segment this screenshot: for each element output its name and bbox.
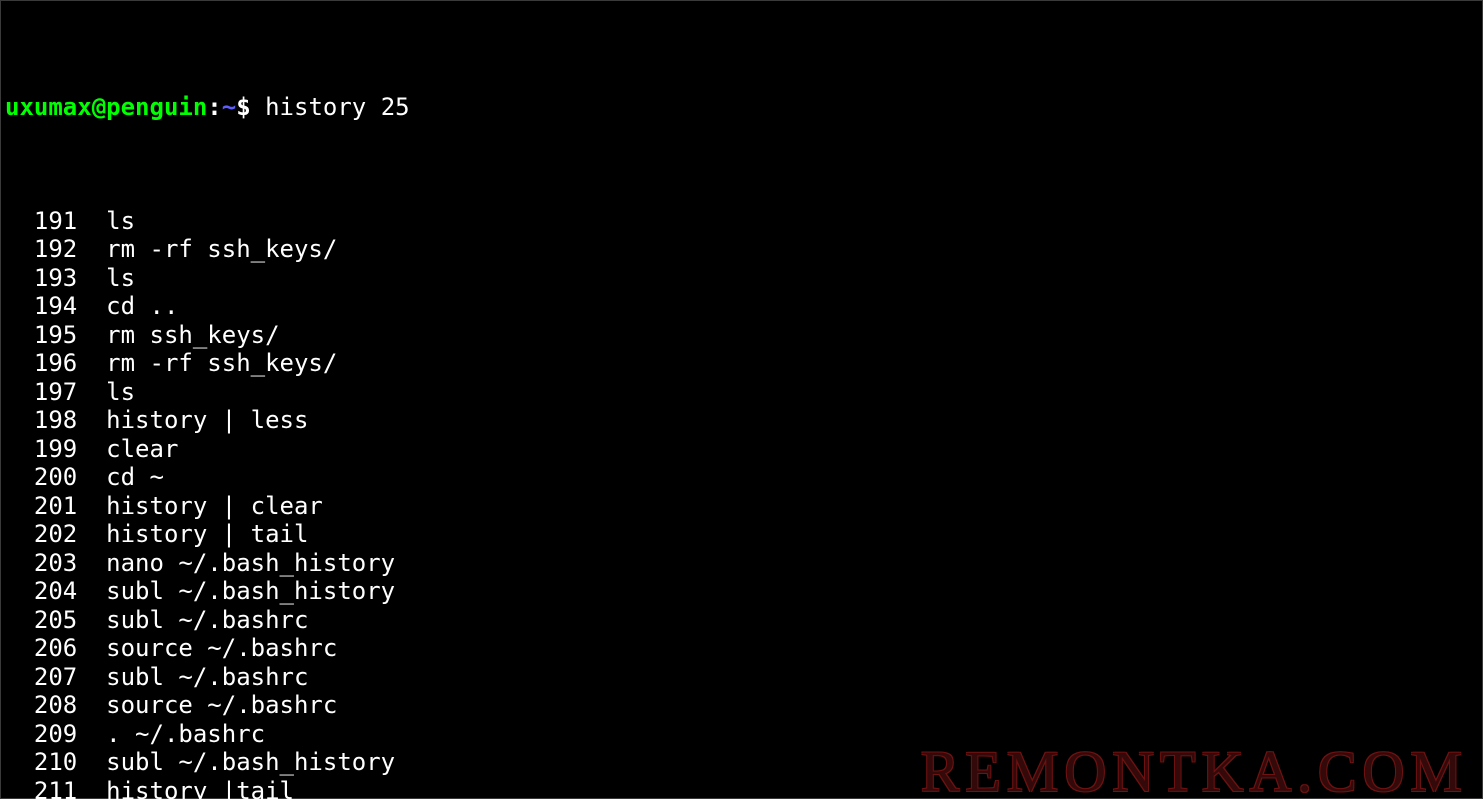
history-line: 191 ls [5, 207, 1478, 236]
history-line: 196 rm -rf ssh_keys/ [5, 349, 1478, 378]
history-line: 192 rm -rf ssh_keys/ [5, 235, 1478, 264]
history-line: 199 clear [5, 435, 1478, 464]
history-output: 191 ls 192 rm -rf ssh_keys/ 193 ls 194 c… [5, 207, 1478, 799]
history-line: 209 . ~/.bashrc [5, 720, 1478, 749]
history-line: 198 history | less [5, 406, 1478, 435]
history-line: 201 history | clear [5, 492, 1478, 521]
entered-command [251, 93, 265, 121]
history-line: 205 subl ~/.bashrc [5, 606, 1478, 635]
prompt-path: ~ [222, 93, 236, 121]
history-line: 202 history | tail [5, 520, 1478, 549]
history-line: 206 source ~/.bashrc [5, 634, 1478, 663]
history-line: 210 subl ~/.bash_history [5, 748, 1478, 777]
history-line: 204 subl ~/.bash_history [5, 577, 1478, 606]
terminal-window[interactable]: uxumax@penguin:~$ history 25 191 ls 192 … [0, 0, 1483, 799]
history-line: 193 ls [5, 264, 1478, 293]
history-line: 211 history |tail [5, 777, 1478, 799]
prompt-colon: : [207, 93, 221, 121]
prompt-dollar: $ [236, 93, 250, 121]
history-line: 195 rm ssh_keys/ [5, 321, 1478, 350]
entered-command-text: history 25 [265, 93, 410, 121]
history-line: 207 subl ~/.bashrc [5, 663, 1478, 692]
prompt-line-1: uxumax@penguin:~$ history 25 [5, 93, 1478, 122]
history-line: 197 ls [5, 378, 1478, 407]
history-line: 208 source ~/.bashrc [5, 691, 1478, 720]
prompt-user-host: uxumax@penguin [5, 93, 207, 121]
history-line: 203 nano ~/.bash_history [5, 549, 1478, 578]
history-line: 200 cd ~ [5, 463, 1478, 492]
history-line: 194 cd .. [5, 292, 1478, 321]
